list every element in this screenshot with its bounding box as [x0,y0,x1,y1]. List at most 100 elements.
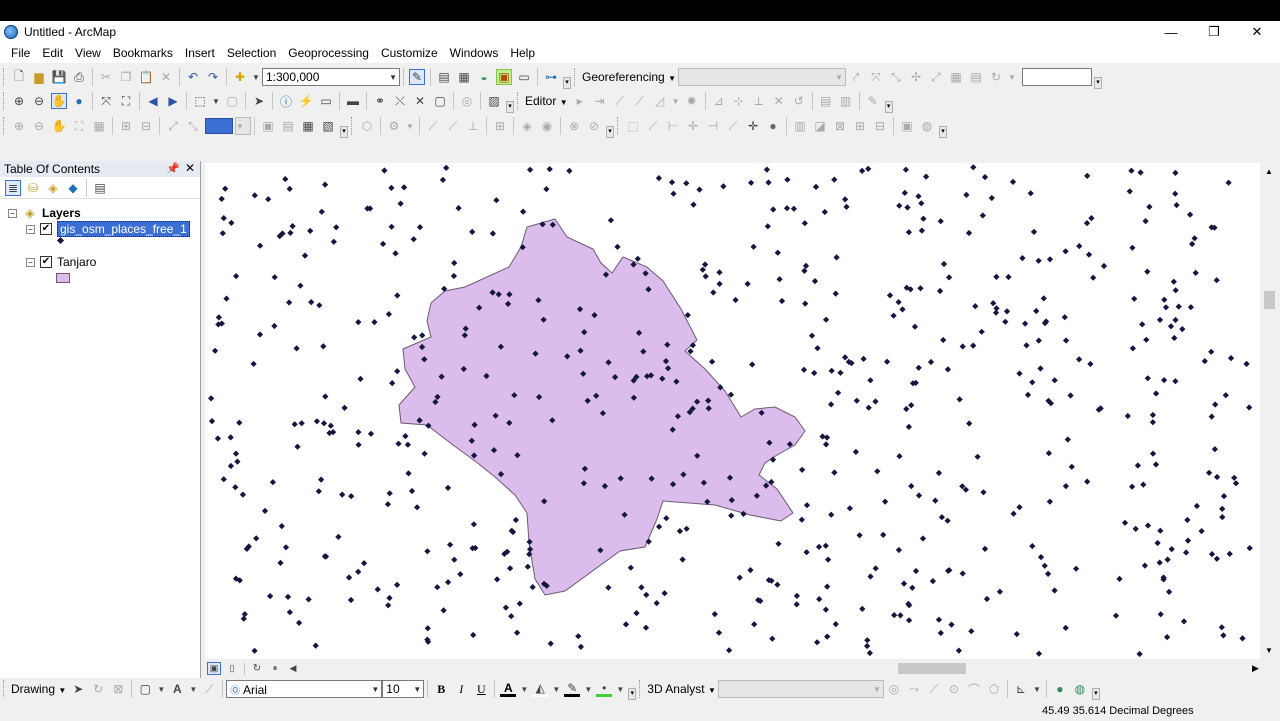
place-point[interactable] [1213,555,1221,562]
place-point[interactable] [1193,502,1201,510]
place-point[interactable] [1219,505,1226,513]
place-point[interactable] [1084,172,1091,180]
place-point[interactable] [896,453,903,460]
place-point[interactable] [715,629,723,636]
zoom-percent-color-icon[interactable] [205,118,233,134]
place-point[interactable] [355,318,362,326]
menu-windows[interactable]: Windows [444,46,505,60]
rotation-angle-field[interactable] [1021,68,1092,86]
chevron-down-icon[interactable]: ▼ [1008,69,1016,85]
place-point[interactable] [720,183,727,190]
place-point[interactable] [386,490,393,497]
place-point[interactable] [394,368,401,375]
place-point[interactable] [1231,474,1238,481]
auto-adjust-icon[interactable]: ▤ [968,69,984,85]
place-point[interactable] [386,594,393,602]
chevron-down-icon[interactable]: ▼ [413,685,421,694]
bold-button[interactable]: B [433,681,449,697]
place-point[interactable] [859,605,866,613]
place-point[interactable] [502,604,510,611]
layer-tool-icon[interactable]: ▦ [300,118,316,134]
place-point[interactable] [728,512,735,519]
place-point[interactable] [663,515,670,522]
place-point[interactable] [1171,334,1178,342]
layer-tool-icon[interactable]: ⊟ [138,118,154,134]
forward-icon[interactable]: ▶ [165,93,181,109]
place-point[interactable] [683,525,690,532]
place-point[interactable] [1163,633,1171,641]
place-point[interactable] [770,206,777,213]
place-point[interactable] [784,176,791,183]
select-elements-icon[interactable]: ➤ [70,681,86,697]
place-point[interactable] [1226,550,1233,558]
place-point[interactable] [736,574,743,581]
place-point[interactable] [911,323,919,330]
place-point[interactable] [1027,190,1034,197]
place-point[interactable] [710,289,717,296]
place-point[interactable] [833,254,840,261]
place-point[interactable] [384,501,392,508]
place-point[interactable] [793,592,801,600]
place-point[interactable] [1154,539,1161,547]
place-point[interactable] [655,174,663,182]
place-point[interactable] [846,505,854,512]
place-point[interactable] [899,306,906,313]
spatial-adjust-icon[interactable]: ⟋ [645,118,661,134]
place-point[interactable] [1172,316,1179,324]
place-point[interactable] [902,166,910,173]
italic-button[interactable]: I [453,681,469,697]
place-point[interactable] [214,435,222,442]
place-point[interactable] [355,568,362,575]
place-point[interactable] [1035,650,1043,657]
place-point[interactable] [1187,304,1195,311]
spatial-adjust-icon[interactable]: ⊟ [872,118,888,134]
place-point[interactable] [996,588,1004,595]
place-point[interactable] [865,404,872,411]
place-point[interactable] [853,397,860,404]
place-point[interactable] [284,593,292,601]
place-point[interactable] [824,583,831,590]
place-point[interactable] [749,361,756,368]
topology-icon[interactable]: ◈ [519,118,535,134]
place-point[interactable] [339,491,346,498]
place-point[interactable] [653,599,660,607]
spatial-adjust-icon[interactable]: ◪ [812,118,828,134]
place-point[interactable] [1005,273,1012,281]
options-icon[interactable]: ▤ [92,180,108,196]
place-point[interactable] [220,476,227,483]
toolbar-grip[interactable] [3,92,6,110]
place-point[interactable] [945,274,953,281]
place-point[interactable] [1149,419,1157,426]
place-point[interactable] [379,240,387,248]
place-point[interactable] [801,220,808,227]
place-point[interactable] [643,591,650,599]
place-point[interactable] [313,418,321,425]
topology-icon[interactable]: ⬡ [359,118,375,134]
place-point[interactable] [424,548,431,555]
layer-visibility-checkbox[interactable]: ✔ [40,223,52,235]
delete-icon[interactable]: ✕ [158,69,174,85]
place-point[interactable] [1192,269,1199,277]
chevron-down-icon[interactable]: ▼ [389,73,397,82]
place-point[interactable] [812,183,820,191]
place-point[interactable] [208,417,216,425]
place-point[interactable] [895,298,902,306]
place-point[interactable] [321,181,329,188]
place-point[interactable] [393,581,401,589]
spatial-adjust-icon[interactable]: ⊠ [832,118,848,134]
place-point[interactable] [607,217,615,224]
place-point[interactable] [983,595,991,603]
place-point[interactable] [801,267,808,275]
place-point[interactable] [1040,295,1047,302]
place-point[interactable] [516,600,523,607]
line-of-sight-icon[interactable]: ⟋ [926,681,942,697]
zoom-percent-combo[interactable]: ▼ [235,117,251,135]
place-point[interactable] [1035,257,1042,264]
editor-toolbar-icon[interactable]: ✎ [409,69,425,85]
place-point[interactable] [919,535,927,542]
layout-view-icon[interactable]: ▨ [486,93,502,109]
place-point[interactable] [1116,575,1123,583]
polygon-symbol-icon[interactable] [56,273,70,283]
add-control-points-icon[interactable]: ✢ [908,69,924,85]
place-point[interactable] [900,580,908,587]
